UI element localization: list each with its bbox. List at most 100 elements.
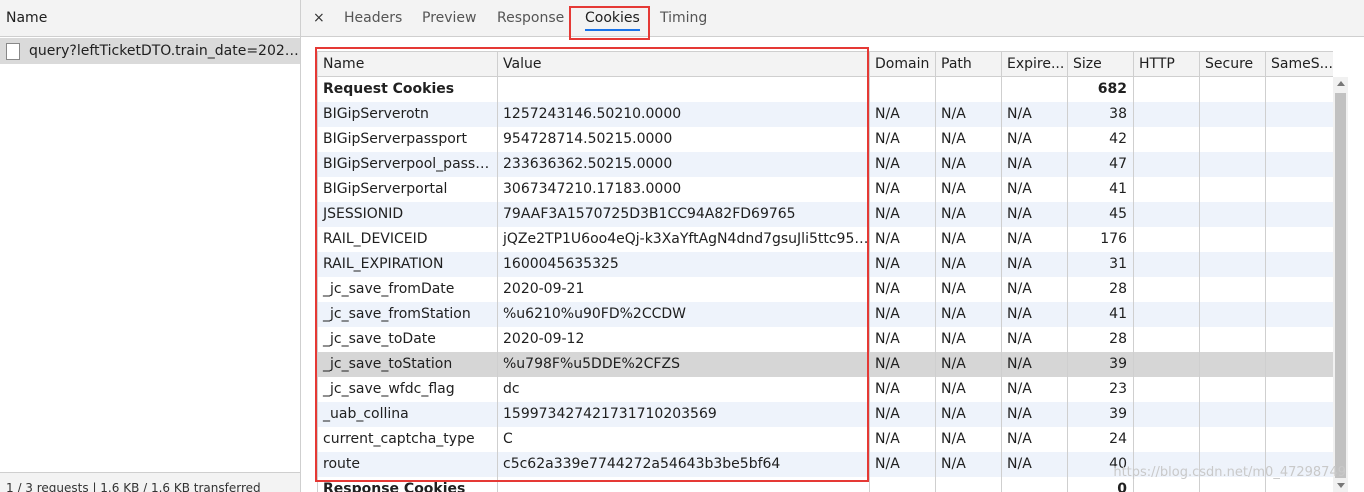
cookie-secure — [1199, 327, 1265, 352]
cookie-secure — [1199, 402, 1265, 427]
cookie-expires: N/A — [1001, 202, 1067, 227]
watermark: https://blog.csdn.net/m0_47298749 — [1113, 465, 1346, 480]
cookie-expires: N/A — [1001, 352, 1067, 377]
tab-timing[interactable]: Timing — [660, 0, 707, 36]
col-size[interactable]: Size — [1067, 52, 1133, 77]
cookie-secure — [1199, 277, 1265, 302]
col-expires[interactable]: Expire... — [1001, 52, 1067, 77]
details-tab-bar: × Headers Preview Response Cookies Timin… — [301, 0, 1364, 40]
cookie-domain: N/A — [869, 252, 935, 277]
cookie-domain: N/A — [869, 377, 935, 402]
cookie-samesite — [1265, 177, 1333, 202]
cookie-secure — [1199, 102, 1265, 127]
cookie-domain: N/A — [869, 227, 935, 252]
cell-empty — [1265, 77, 1333, 102]
cookie-row[interactable]: _uab_collina 159973427421731710203569 N/A N… — [317, 402, 1333, 427]
group-label: Response Cookies — [317, 477, 497, 492]
cookie-size: 23 — [1067, 377, 1133, 402]
cookie-path: N/A — [935, 427, 1001, 452]
cookie-size: 24 — [1067, 427, 1133, 452]
cookie-row[interactable]: BIGipServerportal 3067347210.17183.0000 N/… — [317, 177, 1333, 202]
cookie-row[interactable]: BIGipServerpassport 954728714.50215.0000 N… — [317, 127, 1333, 152]
cell-value — [497, 77, 869, 102]
cookie-row[interactable]: current_captcha_type C N/A N/A N/A 24 — [317, 427, 1333, 452]
cookie-http — [1133, 327, 1199, 352]
cookie-samesite — [1265, 252, 1333, 277]
document-icon — [6, 42, 20, 60]
cookie-samesite — [1265, 152, 1333, 177]
cookie-name: RAIL_DEVICEID — [317, 227, 497, 252]
cookie-size: 176 — [1067, 227, 1133, 252]
cookie-secure — [1199, 302, 1265, 327]
cookie-row[interactable]: BIGipServerpool_passp... 233636362.50215.… — [317, 152, 1333, 177]
cookies-tab-highlight — [569, 6, 650, 40]
cookie-name: _jc_save_toDate — [317, 327, 497, 352]
cookie-row[interactable]: RAIL_DEVICEID jQZe2TP1U6oo4eQj-k3XaYftAgN… — [317, 227, 1333, 252]
tab-preview[interactable]: Preview — [422, 0, 477, 36]
cell-empty — [1001, 477, 1067, 492]
scrollbar-thumb[interactable] — [1335, 93, 1346, 478]
cookie-expires: N/A — [1001, 102, 1067, 127]
cookie-row[interactable]: JSESSIONID 79AAF3A1570725D3B1CC94A82FD697… — [317, 202, 1333, 227]
cookie-value: 159973427421731710203569 — [497, 402, 869, 427]
name-column-header[interactable]: Name — [0, 0, 300, 37]
cookie-path: N/A — [935, 452, 1001, 477]
col-http[interactable]: HTTP — [1133, 52, 1199, 77]
cookie-row[interactable]: _jc_save_fromDate 2020-09-21 N/A N/A N/A 28 — [317, 277, 1333, 302]
cookie-size: 31 — [1067, 252, 1133, 277]
cookie-name: BIGipServerpassport — [317, 127, 497, 152]
request-item[interactable]: query?leftTicketDTO.train_date=2020-... — [0, 38, 300, 64]
col-value[interactable]: Value — [497, 52, 869, 77]
cell-value — [497, 477, 869, 492]
cookie-row[interactable]: _jc_save_fromStation %u6210%u90FD%2CCDW N/… — [317, 302, 1333, 327]
cookie-name: RAIL_EXPIRATION — [317, 252, 497, 277]
cookie-path: N/A — [935, 327, 1001, 352]
cookie-path: N/A — [935, 127, 1001, 152]
scroll-down-arrow-icon[interactable] — [1337, 483, 1345, 488]
cookie-secure — [1199, 152, 1265, 177]
cookie-http — [1133, 152, 1199, 177]
cookie-domain: N/A — [869, 202, 935, 227]
cookie-secure — [1199, 177, 1265, 202]
cookie-expires: N/A — [1001, 127, 1067, 152]
scroll-up-arrow-icon[interactable] — [1337, 81, 1345, 86]
cookie-expires: N/A — [1001, 427, 1067, 452]
cookie-row[interactable]: _jc_save_toDate 2020-09-12 N/A N/A N/A 28 — [317, 327, 1333, 352]
col-samesite[interactable]: SameS... — [1265, 52, 1333, 77]
cookie-value: 2020-09-21 — [497, 277, 869, 302]
cookie-http — [1133, 402, 1199, 427]
cookie-samesite — [1265, 402, 1333, 427]
cookie-name: _jc_save_fromStation — [317, 302, 497, 327]
cookie-name: _jc_save_wfdc_flag — [317, 377, 497, 402]
cookie-http — [1133, 127, 1199, 152]
col-name[interactable]: Name — [317, 52, 497, 77]
cookie-row[interactable]: _jc_save_toStation %u798F%u5DDE%2CFZS N/A N… — [317, 352, 1333, 377]
request-cookies-group-row[interactable]: Request Cookies 682 — [317, 77, 1333, 102]
cookie-secure — [1199, 202, 1265, 227]
cookie-samesite — [1265, 227, 1333, 252]
close-icon[interactable]: × — [313, 0, 325, 36]
col-path[interactable]: Path — [935, 52, 1001, 77]
group-label: Request Cookies — [317, 77, 497, 102]
cookie-expires: N/A — [1001, 302, 1067, 327]
tab-response[interactable]: Response — [497, 0, 564, 36]
cell-empty — [935, 477, 1001, 492]
vertical-scrollbar[interactable] — [1333, 77, 1348, 492]
cell-empty — [935, 77, 1001, 102]
col-domain[interactable]: Domain — [869, 52, 935, 77]
cookies-table: Name Value Domain Path Expire... Size HT… — [317, 51, 1364, 492]
tab-headers[interactable]: Headers — [344, 0, 402, 36]
cookie-http — [1133, 377, 1199, 402]
cookie-domain: N/A — [869, 302, 935, 327]
cookie-domain: N/A — [869, 127, 935, 152]
cookie-row[interactable]: RAIL_EXPIRATION 1600045635325 N/A N/A N/A 31 — [317, 252, 1333, 277]
cookie-row[interactable]: BIGipServerotn 1257243146.50210.0000 N/A N/… — [317, 102, 1333, 127]
cookie-expires: N/A — [1001, 452, 1067, 477]
cookie-value: dc — [497, 377, 869, 402]
col-secure[interactable]: Secure — [1199, 52, 1265, 77]
cookie-samesite — [1265, 327, 1333, 352]
cookie-row[interactable]: _jc_save_wfdc_flag dc N/A N/A N/A 23 — [317, 377, 1333, 402]
cookie-secure — [1199, 377, 1265, 402]
cookie-samesite — [1265, 202, 1333, 227]
cookie-domain: N/A — [869, 152, 935, 177]
